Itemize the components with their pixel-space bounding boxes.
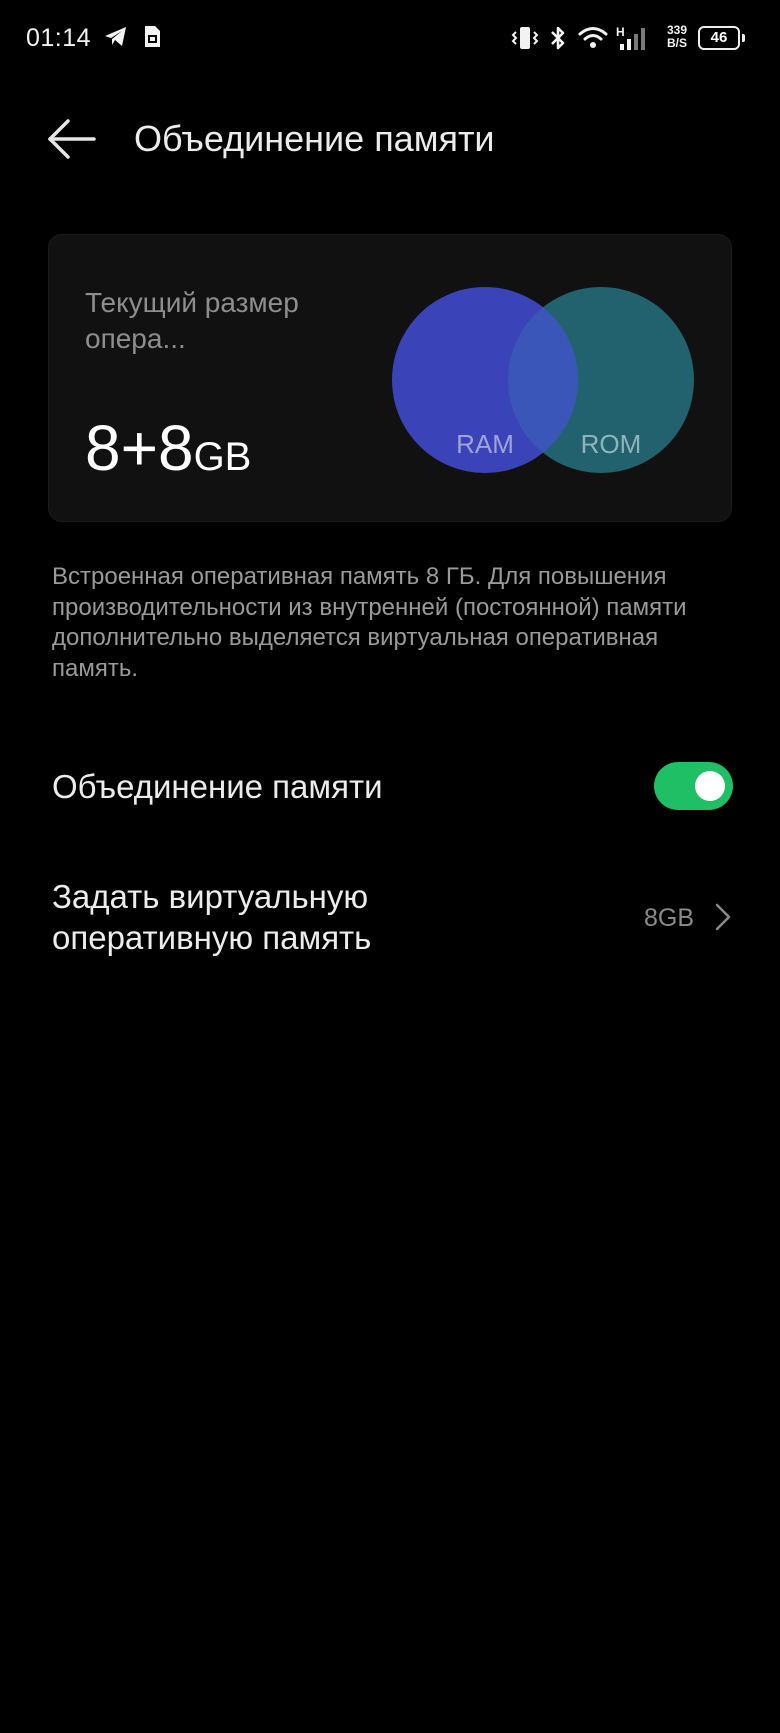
back-button[interactable] — [46, 116, 98, 162]
memory-merge-row[interactable]: Объединение памяти — [0, 748, 780, 824]
sim-card-icon — [142, 25, 162, 54]
battery-tip — [742, 34, 745, 42]
virtual-memory-label: Задать виртуальную оперативную память — [52, 878, 372, 956]
wifi-icon — [578, 26, 608, 55]
status-time: 01:14 — [26, 24, 92, 52]
memory-merge-toggle[interactable] — [654, 762, 733, 810]
bluetooth-icon — [548, 24, 568, 57]
memory-merge-label: Объединение памяти — [52, 768, 383, 805]
status-bar: 01:14 H 339 B/S 46 — [0, 0, 780, 80]
toggle-knob — [695, 771, 725, 801]
ram-size-unit: GB — [193, 435, 252, 479]
battery-level: 46 — [710, 29, 728, 46]
virtual-memory-row[interactable]: Задать виртуальную оперативную память 8G… — [0, 872, 780, 972]
vibrate-icon — [510, 26, 540, 55]
ram-label: RAM — [456, 429, 514, 459]
chevron-right-icon — [715, 903, 731, 931]
current-ram-size-label: Текущий размер опера... — [85, 287, 299, 354]
memory-description: Встроенная оперативная память 8 ГБ. Для … — [52, 563, 687, 682]
network-speed: 339 B/S — [662, 24, 692, 50]
ram-rom-venn-diagram: RAM ROM — [392, 287, 694, 473]
rom-label: ROM — [581, 429, 642, 459]
battery-icon: 46 — [698, 26, 745, 50]
virtual-memory-value: 8GB — [644, 904, 695, 932]
page-title: Объединение памяти — [134, 118, 495, 159]
back-arrow-icon — [48, 119, 96, 159]
network-type-label: H — [616, 25, 625, 39]
ram-size-number: 8+8 — [85, 412, 194, 484]
telegram-icon — [104, 26, 128, 53]
network-speed-unit: B/S — [666, 36, 687, 50]
current-ram-size-value: 8+8GB — [85, 411, 251, 485]
signal-icon: H — [616, 24, 652, 57]
memory-summary-card: Текущий размер опера... 8+8GB RAM ROM — [48, 234, 732, 522]
